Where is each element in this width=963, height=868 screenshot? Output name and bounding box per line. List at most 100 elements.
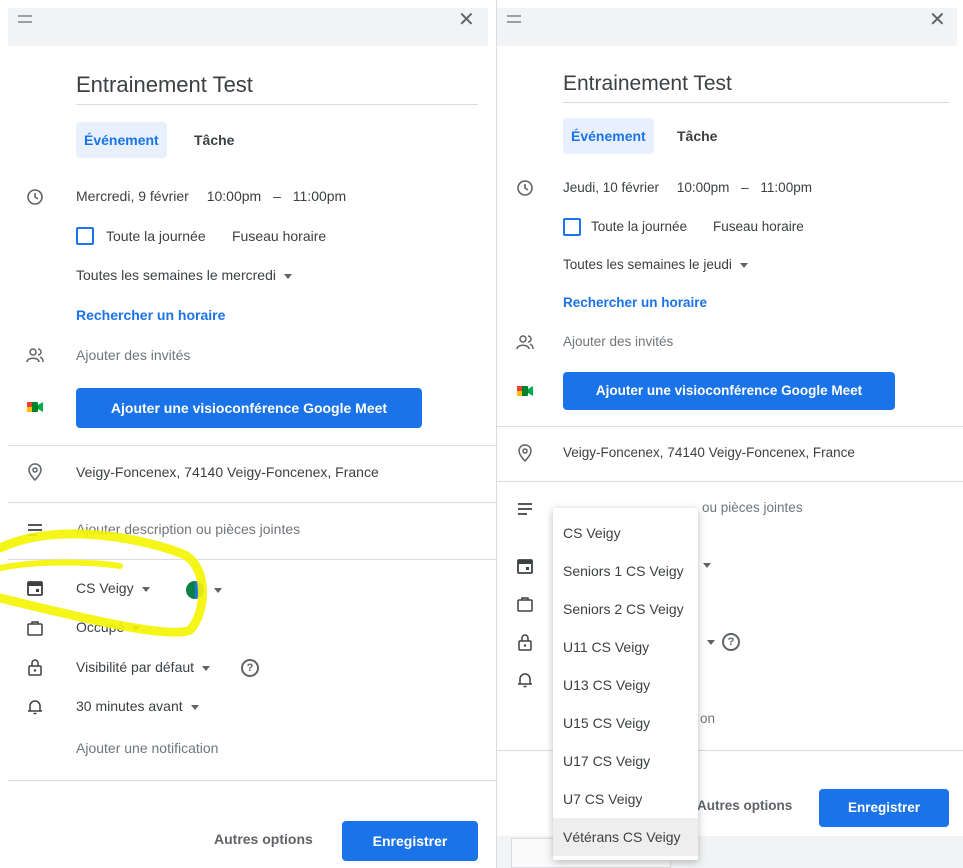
tab-task[interactable]: Tâche [186,122,242,158]
all-day-label: Toute la journée [106,228,206,244]
add-notification-link[interactable]: Ajouter une notification [76,740,218,756]
event-title-input[interactable]: Entrainement Test [76,72,478,105]
lock-icon [28,659,42,676]
add-notification-link[interactable]: on [700,711,715,726]
visibility-select[interactable]: Visibilité par défaut [76,659,211,675]
save-button[interactable]: Enregistrer [342,821,478,861]
tab-event[interactable]: Événement [76,122,167,158]
tab-task[interactable]: Tâche [669,118,725,154]
calendar-icon [517,559,533,574]
google-meet-icon [27,402,43,412]
calendar-label: CS Veigy [76,580,134,596]
notification-label: 30 minutes avant [76,698,183,714]
all-day-checkbox[interactable] [76,227,94,245]
chevron-down-icon[interactable] [707,640,715,645]
notes-icon [518,503,532,515]
all-day-label: Toute la journée [591,219,688,234]
recurrence-dropdown[interactable]: Toutes les semaines le jeudi [563,257,748,272]
tab-event[interactable]: Événement [563,118,654,154]
visibility-label: Visibilité par défaut [76,659,195,675]
calendar-option[interactable]: U13 CS Veigy [553,666,698,704]
divider [497,426,963,427]
guests-input[interactable]: Ajouter des invités [76,347,190,363]
description-input[interactable]: ou pièces jointes [702,500,803,515]
calendar-dropdown-menu[interactable]: CS Veigy Seniors 1 CS Veigy Seniors 2 CS… [553,508,698,860]
chevron-down-icon [283,273,292,279]
divider [8,502,496,503]
briefcase-icon [27,621,43,636]
description-input[interactable]: Ajouter description ou pièces jointes [76,521,300,537]
location-field[interactable]: Veigy-Foncenex, 74140 Veigy-Foncenex, Fr… [76,464,379,480]
bell-icon [28,700,42,715]
chevron-down-icon[interactable] [214,588,222,593]
chevron-down-icon [202,665,211,671]
help-icon[interactable]: ? [241,659,259,677]
save-button[interactable]: Enregistrer [819,789,949,827]
more-options-button[interactable]: Autres options [697,798,792,813]
calendar-option[interactable]: CS Veigy [553,514,698,552]
event-title-input[interactable]: Entrainement Test [563,72,949,103]
lock-icon [518,634,532,651]
recurrence-label: Toutes les semaines le mercredi [76,267,276,283]
people-icon [26,348,44,363]
annotation-highlight [0,529,207,637]
calendar-option[interactable]: Seniors 2 CS Veigy [553,590,698,628]
divider [497,481,963,482]
dialog-header[interactable] [8,8,488,46]
availability-label: Occupé [76,619,125,635]
start-time[interactable]: 10:00pm [207,188,261,204]
end-time[interactable]: 11:00pm [760,180,812,195]
help-icon[interactable]: ? [722,633,740,651]
calendar-icon [27,581,43,596]
timezone-button[interactable]: Fuseau horaire [713,219,804,234]
find-time-link[interactable]: Rechercher un horaire [563,295,707,310]
bell-icon [518,673,532,688]
all-day-checkbox[interactable] [563,218,581,236]
time-separator: – [273,188,281,204]
end-time[interactable]: 11:00pm [293,188,346,204]
more-options-button[interactable]: Autres options [214,831,313,847]
close-icon[interactable]: ✕ [458,10,475,30]
date-row: Jeudi, 10 février 10:00pm – 11:00pm [563,180,812,195]
calendar-option-highlighted[interactable]: Vétérans CS Veigy [553,818,698,856]
calendar-option[interactable]: U11 CS Veigy [553,628,698,666]
date-picker[interactable]: Jeudi, 10 février [563,180,659,195]
drag-handle-icon[interactable] [507,15,521,23]
location-pin-icon [28,463,42,481]
calendar-option[interactable]: Seniors 1 CS Veigy [553,552,698,590]
location-pin-icon [518,444,532,462]
divider [8,445,496,446]
chevron-down-icon [190,704,199,710]
google-meet-icon [517,386,533,396]
chevron-down-icon [739,262,748,268]
add-meet-button[interactable]: Ajouter une visioconférence Google Meet [563,372,895,410]
timezone-button[interactable]: Fuseau horaire [232,228,326,244]
availability-select[interactable]: Occupé [76,619,141,635]
chevron-down-icon [141,586,150,592]
dialog-header[interactable] [497,8,957,46]
find-time-link[interactable]: Rechercher un horaire [76,307,225,323]
chevron-down-icon[interactable] [703,563,711,568]
calendar-option[interactable]: U17 CS Veigy [553,742,698,780]
location-field[interactable]: Veigy-Foncenex, 74140 Veigy-Foncenex, Fr… [563,445,855,460]
calendar-select[interactable]: CS Veigy [76,580,150,596]
date-row: Mercredi, 9 février 10:00pm – 11:00pm [76,188,346,204]
calendar-option[interactable]: U15 CS Veigy [553,704,698,742]
time-separator: – [741,180,749,195]
notification-select[interactable]: 30 minutes avant [76,698,199,714]
notes-icon [28,524,42,536]
people-icon [516,335,534,350]
guests-input[interactable]: Ajouter des invités [563,334,673,349]
add-meet-button[interactable]: Ajouter une visioconférence Google Meet [76,388,422,428]
start-time[interactable]: 10:00pm [677,180,730,195]
recurrence-label: Toutes les semaines le jeudi [563,257,732,272]
drag-handle-icon[interactable] [18,15,32,23]
recurrence-dropdown[interactable]: Toutes les semaines le mercredi [76,267,292,283]
clock-icon [27,189,43,205]
date-picker[interactable]: Mercredi, 9 février [76,188,189,204]
chevron-down-icon [132,625,141,631]
event-color-picker[interactable] [186,581,204,599]
close-icon[interactable]: ✕ [929,10,946,30]
calendar-option[interactable]: U7 CS Veigy [553,780,698,818]
briefcase-icon [517,597,533,612]
